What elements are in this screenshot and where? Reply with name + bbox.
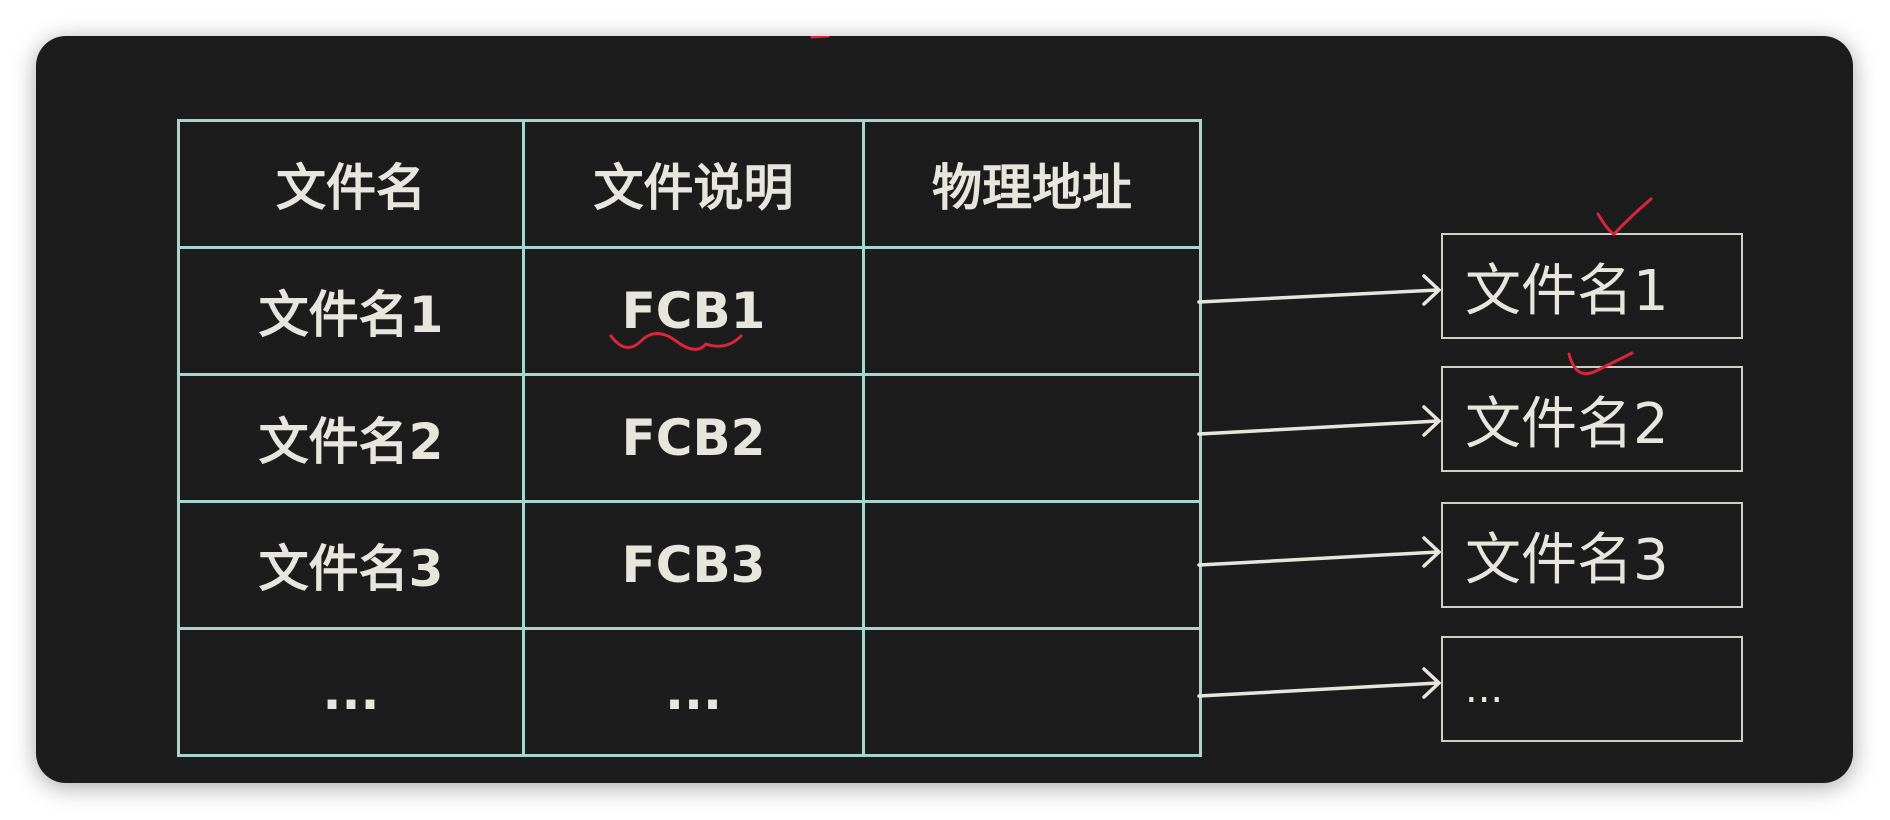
arrow-3 [1197, 536, 1442, 568]
arrow-2 [1197, 405, 1442, 437]
arrow-4 [1197, 667, 1442, 699]
red-mark-top [810, 36, 830, 39]
red-check-annotation [1567, 351, 1634, 376]
arrow-1 [1197, 274, 1442, 306]
arrows-and-annotations [609, 36, 1653, 699]
slide-panel: 文件名 文件说明 物理地址 文件名1 FCB1 文件名2 FCB2 文件名3 F… [36, 36, 1853, 783]
red-squiggle-annotation [609, 332, 743, 351]
red-check-annotation [1596, 197, 1653, 236]
